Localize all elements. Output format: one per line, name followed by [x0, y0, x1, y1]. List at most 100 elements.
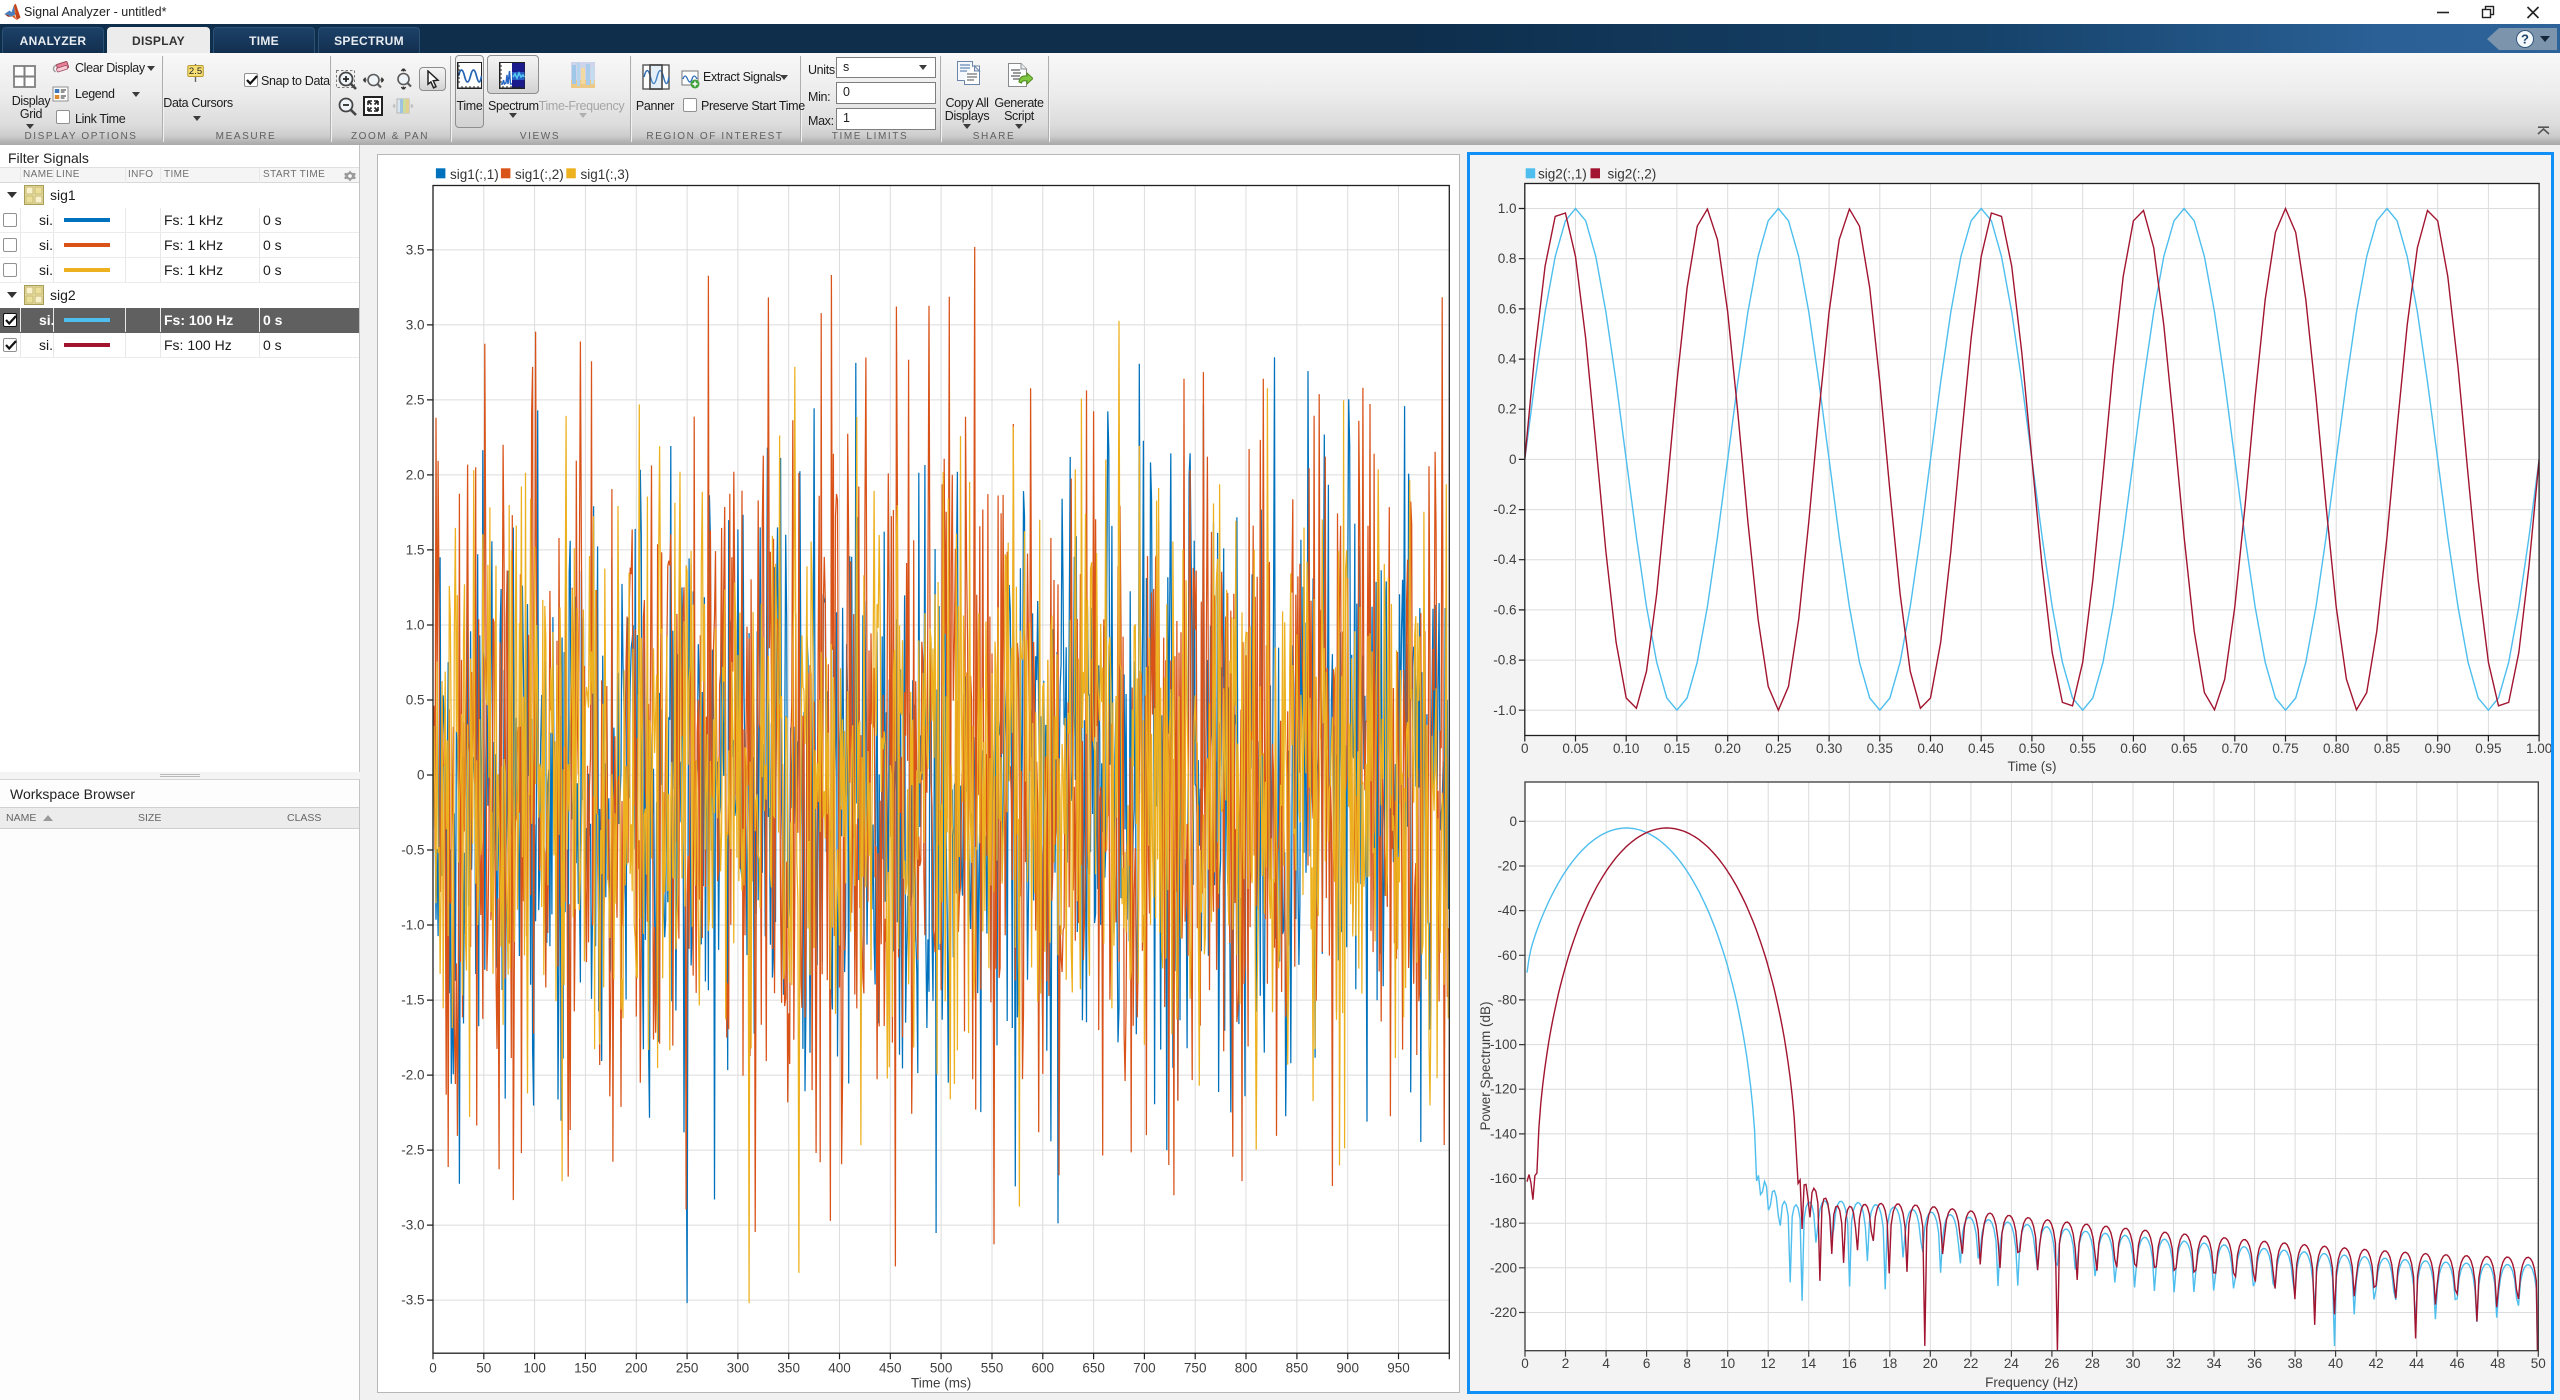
svg-text:0: 0 [1521, 1356, 1529, 1371]
svg-text:6: 6 [1643, 1356, 1651, 1371]
svg-text:1.0: 1.0 [1498, 201, 1517, 216]
svg-text:0.50: 0.50 [2019, 741, 2045, 756]
svg-text:0.70: 0.70 [2222, 741, 2248, 756]
svg-text:22: 22 [1963, 1356, 1978, 1371]
svg-text:0: 0 [1521, 741, 1529, 756]
svg-text:sig2(:,1): sig2(:,1) [1538, 167, 1587, 182]
svg-text:sig1(:,3): sig1(:,3) [580, 167, 629, 182]
svg-text:300: 300 [726, 1360, 749, 1375]
svg-text:0: 0 [416, 767, 424, 782]
svg-text:?: ? [2521, 32, 2529, 47]
svg-text:500: 500 [929, 1360, 952, 1375]
svg-text:600: 600 [1031, 1360, 1054, 1375]
svg-text:850: 850 [1285, 1360, 1308, 1375]
svg-text:-0.5: -0.5 [401, 842, 424, 857]
svg-text:250: 250 [675, 1360, 698, 1375]
svg-text:100: 100 [523, 1360, 546, 1375]
svg-text:0.4: 0.4 [1498, 352, 1517, 367]
svg-text:sig1(:,1): sig1(:,1) [450, 167, 499, 182]
svg-text:0: 0 [429, 1360, 437, 1375]
svg-text:Time (s): Time (s) [2008, 759, 2057, 774]
svg-text:-2.0: -2.0 [401, 1067, 424, 1082]
svg-text:Time (ms): Time (ms) [910, 1375, 970, 1390]
svg-text:0.2: 0.2 [1498, 402, 1517, 417]
svg-text:18: 18 [1882, 1356, 1897, 1371]
svg-text:450: 450 [879, 1360, 902, 1375]
svg-text:2.5: 2.5 [189, 66, 202, 77]
svg-text:32: 32 [2166, 1356, 2181, 1371]
svg-text:-100: -100 [1490, 1037, 1517, 1052]
svg-text:sig2(:,2): sig2(:,2) [1608, 167, 1657, 182]
svg-text:750: 750 [1183, 1360, 1206, 1375]
svg-text:0.15: 0.15 [1664, 741, 1690, 756]
svg-text:2.0: 2.0 [405, 467, 424, 482]
svg-text:-20: -20 [1497, 859, 1517, 874]
svg-text:50: 50 [2531, 1356, 2546, 1371]
svg-text:0.25: 0.25 [1765, 741, 1791, 756]
svg-text:4: 4 [1602, 1356, 1610, 1371]
svg-text:Frequency (Hz): Frequency (Hz) [1985, 1375, 2078, 1390]
svg-text:30: 30 [2125, 1356, 2140, 1371]
svg-text:0.6: 0.6 [1498, 301, 1517, 316]
svg-text:0.40: 0.40 [1917, 741, 1943, 756]
svg-text:-160: -160 [1490, 1171, 1517, 1186]
svg-text:sig1(:,2): sig1(:,2) [515, 167, 564, 182]
svg-text:0.55: 0.55 [2070, 741, 2096, 756]
svg-text:1.5: 1.5 [405, 542, 424, 557]
svg-text:950: 950 [1387, 1360, 1410, 1375]
svg-text:0.45: 0.45 [1968, 741, 1994, 756]
svg-text:800: 800 [1234, 1360, 1257, 1375]
svg-text:350: 350 [777, 1360, 800, 1375]
svg-text:-60: -60 [1497, 948, 1517, 963]
svg-text:1.00: 1.00 [2526, 741, 2551, 756]
svg-text:-0.6: -0.6 [1493, 602, 1516, 617]
svg-text:-1.0: -1.0 [401, 917, 424, 932]
svg-text:550: 550 [980, 1360, 1003, 1375]
svg-text:0.35: 0.35 [1867, 741, 1893, 756]
svg-text:-0.8: -0.8 [1493, 653, 1516, 668]
svg-text:42: 42 [2369, 1356, 2384, 1371]
svg-text:-1.0: -1.0 [1493, 703, 1516, 718]
svg-text:-40: -40 [1497, 903, 1517, 918]
svg-text:16: 16 [1842, 1356, 1857, 1371]
svg-text:-1.5: -1.5 [401, 992, 424, 1007]
svg-text:0.90: 0.90 [2425, 741, 2451, 756]
svg-text:400: 400 [828, 1360, 851, 1375]
svg-text:0.65: 0.65 [2171, 741, 2197, 756]
svg-text:46: 46 [2450, 1356, 2465, 1371]
svg-text:-2.5: -2.5 [401, 1142, 424, 1157]
svg-text:650: 650 [1082, 1360, 1105, 1375]
svg-text:0.30: 0.30 [1816, 741, 1842, 756]
svg-text:0.05: 0.05 [1562, 741, 1588, 756]
svg-text:150: 150 [574, 1360, 597, 1375]
svg-text:200: 200 [625, 1360, 648, 1375]
svg-text:10: 10 [1720, 1356, 1735, 1371]
svg-text:28: 28 [2085, 1356, 2100, 1371]
svg-text:0.60: 0.60 [2120, 741, 2146, 756]
svg-text:3.5: 3.5 [405, 242, 424, 257]
svg-text:-200: -200 [1490, 1260, 1517, 1275]
svg-text:0.10: 0.10 [1613, 741, 1639, 756]
svg-text:0: 0 [1509, 814, 1517, 829]
svg-text:48: 48 [2490, 1356, 2505, 1371]
svg-text:-3.5: -3.5 [401, 1292, 424, 1307]
svg-text:20: 20 [1923, 1356, 1938, 1371]
svg-text:8: 8 [1683, 1356, 1691, 1371]
svg-text:Power Spectrum (dB): Power Spectrum (dB) [1478, 1001, 1493, 1130]
svg-text:-120: -120 [1490, 1082, 1517, 1097]
svg-text:34: 34 [2206, 1356, 2222, 1371]
svg-text:-220: -220 [1490, 1305, 1517, 1320]
svg-text:24: 24 [2004, 1356, 2020, 1371]
svg-text:0.8: 0.8 [1498, 251, 1517, 266]
svg-text:-3.0: -3.0 [401, 1217, 424, 1232]
svg-text:14: 14 [1801, 1356, 1817, 1371]
svg-text:12: 12 [1761, 1356, 1776, 1371]
svg-text:0.5: 0.5 [405, 692, 424, 707]
svg-text:-0.4: -0.4 [1493, 552, 1517, 567]
svg-text:26: 26 [2044, 1356, 2059, 1371]
svg-text:0: 0 [1509, 452, 1517, 467]
svg-text:-140: -140 [1490, 1126, 1517, 1141]
svg-text:-180: -180 [1490, 1216, 1517, 1231]
svg-text:700: 700 [1133, 1360, 1156, 1375]
svg-text:44: 44 [2409, 1356, 2425, 1371]
